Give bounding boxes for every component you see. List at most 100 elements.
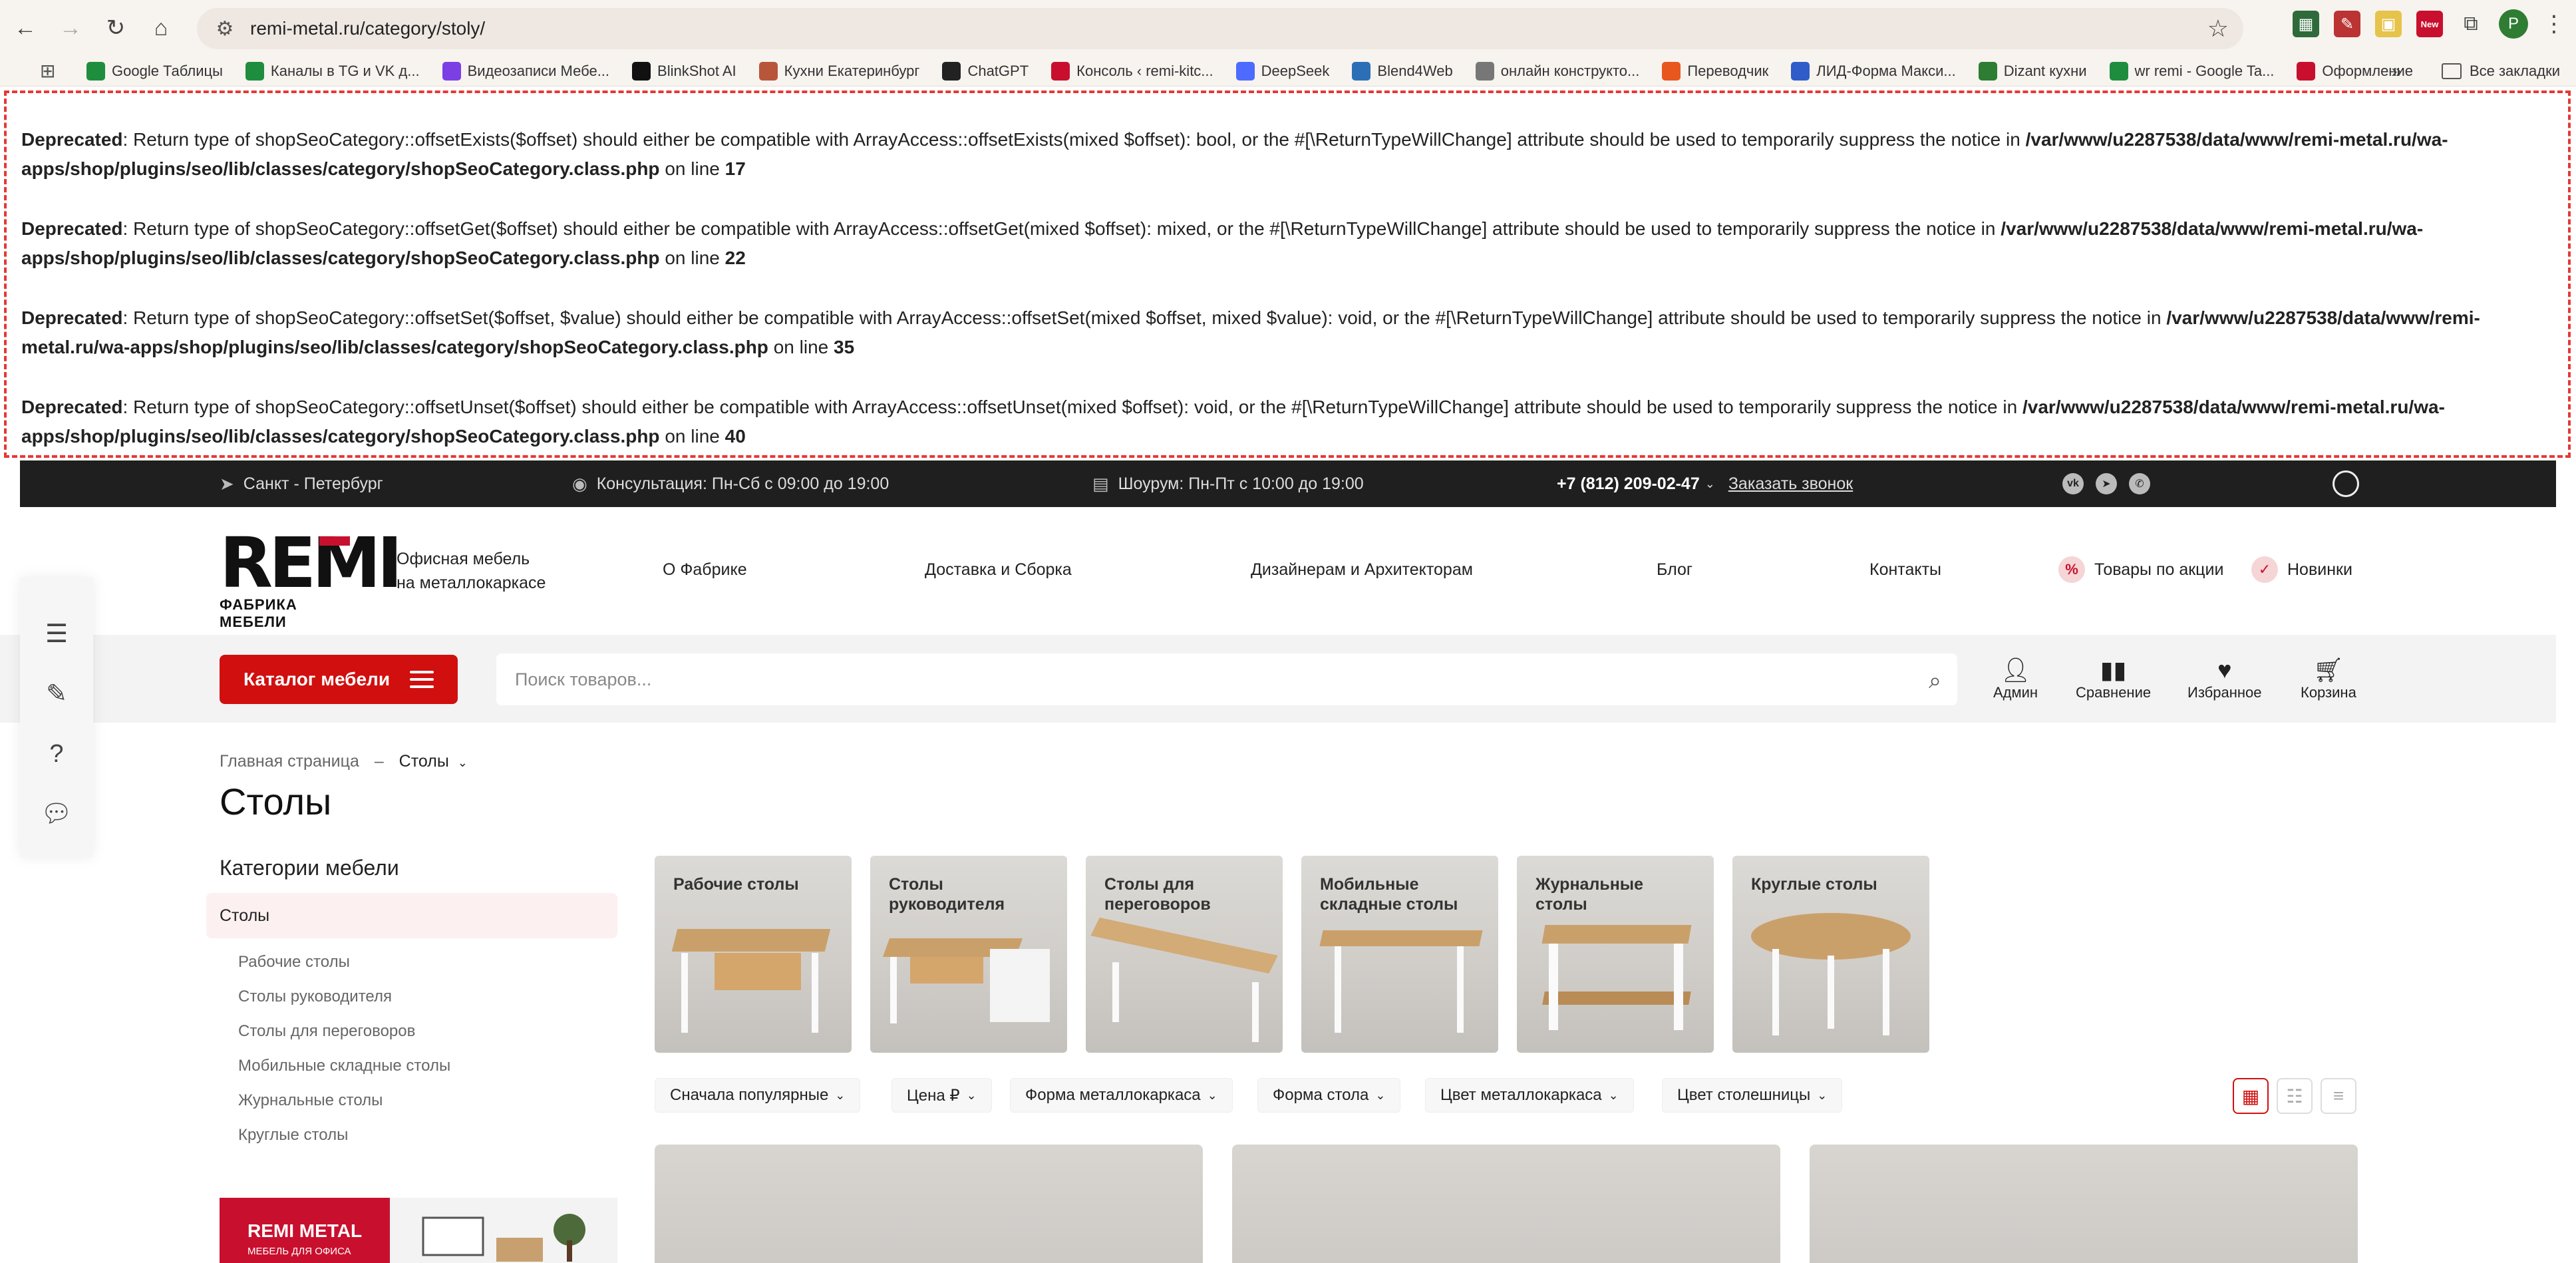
sidebar-item-work-desks[interactable]: Рабочие столы bbox=[238, 953, 350, 972]
telegram-icon[interactable]: ➤ bbox=[2096, 473, 2117, 494]
product-search[interactable]: Поиск товаров... ⌕ bbox=[496, 653, 1957, 705]
nav-blog[interactable]: Блог bbox=[1657, 560, 1692, 580]
vk-icon[interactable]: vk bbox=[2062, 473, 2084, 494]
bookmark-item[interactable]: онлайн конструкто... bbox=[1475, 61, 1639, 81]
whatsapp-icon[interactable]: ✆ bbox=[2129, 473, 2150, 494]
tile-coffee-tables[interactable]: Журнальные столы bbox=[1517, 856, 1714, 1053]
header-compare[interactable]: ▮▮ Сравнение bbox=[2076, 656, 2151, 701]
translate-icon bbox=[1662, 61, 1681, 81]
city-selector[interactable]: ➤ Санкт - Петербург bbox=[220, 460, 383, 507]
chevron-down-icon[interactable]: ⌄ bbox=[1705, 477, 1715, 491]
sidebar-item-round-tables[interactable]: Круглые столы bbox=[238, 1126, 348, 1145]
search-input[interactable]: Поиск товаров... bbox=[515, 669, 651, 690]
bookmark-item[interactable]: wr remi - Google Ta... bbox=[2109, 61, 2274, 81]
extension-tiles-icon[interactable]: ▣ bbox=[2375, 11, 2402, 37]
bookmark-star-icon[interactable]: ☆ bbox=[2207, 15, 2229, 43]
nav-about[interactable]: О Фабрике bbox=[663, 560, 747, 580]
nav-designers[interactable]: Дизайнерам и Архитекторам bbox=[1251, 560, 1473, 580]
chat-icon[interactable]: 💬︎ bbox=[40, 797, 73, 830]
sidebar-item-active[interactable]: Столы bbox=[206, 893, 617, 938]
edit-icon[interactable]: ✎ bbox=[40, 677, 73, 711]
bookmark-item[interactable]: BlinkShot AI bbox=[632, 61, 736, 81]
bookmark-item[interactable]: ЛИД-Форма Макси... bbox=[1791, 61, 1956, 81]
breadcrumb-home[interactable]: Главная страница bbox=[220, 752, 359, 771]
filter-label: Цена ₽ bbox=[907, 1086, 960, 1105]
back-arrow-icon[interactable]: ← bbox=[5, 8, 45, 48]
compact-list-view-icon[interactable]: ≡ bbox=[2321, 1078, 2356, 1114]
url-text[interactable]: remi-metal.ru/category/stoly/ bbox=[250, 18, 485, 39]
chevron-down-icon: ⌄ bbox=[966, 1088, 977, 1102]
promo-sale-link[interactable]: % Товары по акции bbox=[2058, 556, 2223, 583]
filter-frame-shape-dropdown[interactable]: Форма металлокаркаса ⌄ bbox=[1010, 1078, 1233, 1113]
logo-accent-bar bbox=[319, 536, 350, 546]
more-bookmarks-icon[interactable]: » bbox=[2391, 61, 2402, 82]
phone-number[interactable]: +7 (812) 209-02-47 bbox=[1557, 474, 1700, 494]
callback-link[interactable]: Заказать звонок bbox=[1728, 474, 1853, 494]
tile-label: Рабочие столы bbox=[673, 875, 799, 894]
bookmark-item[interactable]: Консоль ‹ remi-kitc... bbox=[1051, 61, 1213, 81]
filter-top-color-dropdown[interactable]: Цвет столешницы ⌄ bbox=[1662, 1078, 1843, 1113]
filter-price-dropdown[interactable]: Цена ₽ ⌄ bbox=[891, 1078, 992, 1113]
notice-on-line: on line bbox=[659, 248, 725, 268]
desk-leg bbox=[812, 953, 818, 1033]
tile-label: Круглые столы bbox=[1751, 875, 1877, 894]
bookmark-item[interactable]: Переводчик bbox=[1662, 61, 1768, 81]
nav-contacts[interactable]: Контакты bbox=[1869, 560, 1941, 580]
bookmark-item[interactable]: Blend4Web bbox=[1352, 61, 1453, 81]
bookmark-item[interactable]: Dizant кухни bbox=[1978, 61, 2087, 81]
sidebar-item-executive-desks[interactable]: Столы руководителя bbox=[238, 988, 392, 1006]
bookmark-item[interactable]: Google Таблицы bbox=[86, 61, 223, 81]
desk-leg bbox=[890, 957, 897, 1023]
product-card[interactable] bbox=[1232, 1145, 1780, 1263]
header-admin[interactable]: 👤︎ Админ bbox=[1993, 656, 2038, 701]
tile-work-desks[interactable]: Рабочие столы bbox=[655, 856, 852, 1053]
site-logo[interactable]: REMI ФАБРИКА МЕБЕЛИ bbox=[220, 528, 402, 630]
catalog-button[interactable]: Каталог мебели bbox=[220, 655, 458, 704]
sidebar-item-coffee-tables[interactable]: Журнальные столы bbox=[238, 1091, 383, 1110]
theme-toggle-icon[interactable] bbox=[2333, 470, 2359, 497]
bookmark-item[interactable]: ChatGPT bbox=[942, 61, 1029, 81]
tile-meeting-tables[interactable]: Столы для переговоров bbox=[1086, 856, 1283, 1053]
nav-delivery[interactable]: Доставка и Сборка bbox=[925, 560, 1072, 580]
sort-popular-dropdown[interactable]: Сначала популярные ⌄ bbox=[655, 1078, 861, 1113]
breadcrumb: Главная страница – Столы ⌄ bbox=[220, 752, 468, 771]
bookmark-item[interactable]: Каналы в TG и VK д... bbox=[245, 61, 420, 81]
address-bar[interactable]: ⚙ remi-metal.ru/category/stoly/ ☆ bbox=[197, 8, 2243, 49]
bookmark-item[interactable]: Видеозаписи Мебе... bbox=[442, 61, 609, 81]
reload-icon[interactable]: ↻ bbox=[96, 8, 136, 48]
header-cart[interactable]: 🛒︎ Корзина bbox=[2301, 656, 2356, 701]
filter-table-shape-dropdown[interactable]: Форма стола ⌄ bbox=[1257, 1078, 1401, 1113]
tile-executive-desks[interactable]: Столы руководителя bbox=[870, 856, 1067, 1053]
grid-view-icon[interactable]: ▦ bbox=[2233, 1078, 2269, 1114]
puzzle-icon[interactable]: ⧉ bbox=[2458, 11, 2484, 37]
list-view-icon[interactable]: ☷ bbox=[2277, 1078, 2313, 1114]
tile-folding-tables[interactable]: Мобильные складные столы bbox=[1301, 856, 1498, 1053]
header-favorites[interactable]: ♥ Избранное bbox=[2187, 656, 2262, 701]
bookmark-item[interactable]: Кухни Екатеринбург bbox=[758, 61, 919, 81]
apps-grid-icon[interactable]: ⊞ bbox=[40, 61, 60, 81]
extension-grid-icon[interactable]: ▦ bbox=[2293, 11, 2319, 37]
product-card[interactable] bbox=[655, 1145, 1203, 1263]
site-settings-icon[interactable]: ⚙ bbox=[212, 15, 238, 42]
extension-pen-icon[interactable]: ✎ bbox=[2334, 11, 2360, 37]
all-bookmarks-folder[interactable]: Все закладки bbox=[2441, 63, 2560, 80]
product-card[interactable] bbox=[1810, 1145, 2358, 1263]
chevron-down-icon[interactable]: ⌄ bbox=[458, 756, 468, 769]
forward-arrow-icon[interactable]: → bbox=[51, 8, 90, 48]
filter-frame-color-dropdown[interactable]: Цвет металлокаркаса ⌄ bbox=[1425, 1078, 1634, 1113]
sliders-icon[interactable]: ☰ bbox=[40, 618, 73, 651]
promo-new-link[interactable]: ✓ Новинки bbox=[2251, 556, 2352, 583]
help-icon[interactable]: ? bbox=[40, 737, 73, 771]
banner-title: REMI METAL bbox=[247, 1220, 363, 1241]
tile-round-tables[interactable]: Круглые столы bbox=[1732, 856, 1929, 1053]
sidebar-promo-banner[interactable]: REMI METAL МЕБЕЛЬ ДЛЯ ОФИСА bbox=[220, 1198, 617, 1263]
home-icon[interactable]: ⌂ bbox=[141, 8, 181, 48]
bookmark-item[interactable]: DeepSeek bbox=[1235, 61, 1329, 81]
sidebar-item-folding-tables[interactable]: Мобильные складные столы bbox=[238, 1057, 450, 1075]
sidebar-item-meeting-tables[interactable]: Столы для переговоров bbox=[238, 1022, 415, 1041]
breadcrumb-current[interactable]: Столы bbox=[399, 752, 449, 771]
browser-menu-icon[interactable]: ⋮ bbox=[2543, 11, 2565, 37]
extension-new-icon[interactable]: New bbox=[2416, 11, 2443, 37]
search-icon[interactable]: ⌕ bbox=[1929, 668, 1941, 694]
profile-avatar[interactable]: P bbox=[2499, 9, 2528, 39]
